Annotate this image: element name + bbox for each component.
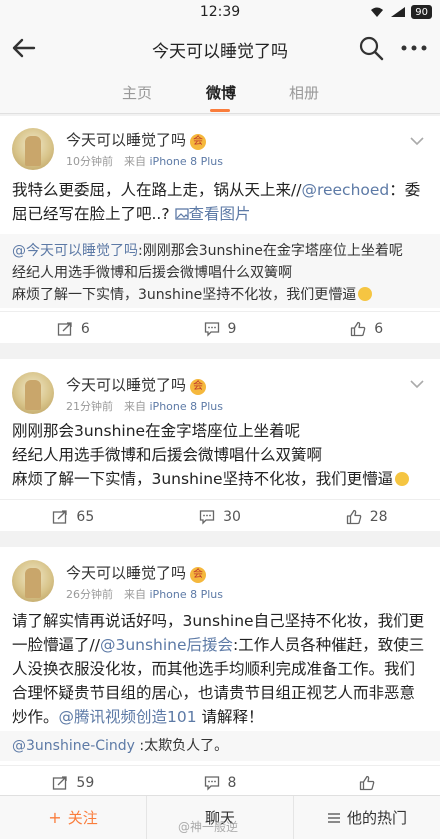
plus-icon: +	[48, 808, 62, 827]
comment-icon	[204, 775, 219, 791]
post-author[interactable]: 今天可以睡觉了吗会	[66, 129, 207, 150]
action-bar: 59 8	[0, 765, 440, 799]
post-card[interactable]: 今天可以睡觉了吗会 26分钟前 来自 iPhone 8 Plus 请了解实情再说…	[0, 547, 440, 795]
thumbs-up-icon	[359, 775, 374, 790]
avatar[interactable]	[12, 372, 54, 414]
vip-badge-icon: 会	[190, 134, 207, 150]
repost-icon	[53, 775, 68, 790]
chevron-down-icon[interactable]	[410, 379, 424, 389]
tab-weibo[interactable]: 微博	[206, 82, 236, 103]
repost-author-link[interactable]: @今天可以睡觉了吗	[12, 243, 138, 259]
post-text: 请了解实情再说话好吗，3unshine自己坚持不化妆，我们更一脸懵逼了//@3u…	[12, 612, 425, 726]
vip-badge-icon: 会	[190, 379, 207, 395]
image-icon	[174, 208, 189, 220]
menu-icon	[327, 812, 340, 823]
post-meta: 10分钟前 来自 iPhone 8 Plus	[66, 155, 224, 168]
repost-icon	[53, 509, 68, 524]
repost-author-link[interactable]: @3unshine-Cindy	[12, 738, 135, 754]
avatar[interactable]	[12, 128, 54, 170]
like-button[interactable]: 6	[293, 312, 440, 345]
post-author[interactable]: 今天可以睡觉了吗会	[66, 374, 207, 395]
chevron-down-icon[interactable]	[410, 136, 424, 146]
post-card[interactable]: 今天可以睡觉了吗会 10分钟前 来自 iPhone 8 Plus 我特么更委屈，…	[0, 116, 440, 343]
post-author[interactable]: 今天可以睡觉了吗会	[66, 562, 207, 583]
battery-icon: 90	[411, 5, 432, 19]
post-text: 刚刚那会3unshine在金字塔座位上坐着呢 经纪人用选手微博和后援会微博唱什么…	[12, 419, 428, 491]
more-icon[interactable]	[400, 35, 428, 61]
repost-button[interactable]: 6	[0, 312, 147, 345]
mention-link[interactable]: @3unshine后援会	[100, 636, 233, 654]
profile-tabs: 主页 微博 相册	[0, 70, 440, 114]
post-text: 我特么更委屈，人在路上走，锅从天上来//@reechoed：委屈已经写在脸上了吧…	[12, 181, 421, 223]
search-icon[interactable]	[358, 35, 384, 61]
nav-bar: 今天可以睡觉了吗	[0, 26, 440, 70]
repost-icon	[57, 321, 72, 336]
repost-button[interactable]: 65	[0, 500, 147, 533]
comment-icon	[199, 509, 215, 525]
thumbs-up-icon	[351, 321, 366, 336]
tab-album[interactable]: 相册	[289, 82, 319, 103]
reposted-content[interactable]: @今天可以睡觉了吗:刚刚那会3unshine在金字塔座位上坐着呢 经纪人用选手微…	[0, 234, 440, 308]
tab-home[interactable]: 主页	[122, 82, 152, 103]
post-meta: 21分钟前 来自 iPhone 8 Plus	[66, 400, 224, 413]
post-meta: 26分钟前 来自 iPhone 8 Plus	[66, 588, 224, 601]
vip-badge-icon: 会	[190, 567, 207, 583]
wifi-icon	[371, 7, 384, 17]
hot-posts-button[interactable]: 他的热门	[294, 796, 440, 839]
mention-link[interactable]: @腾讯视频创造101	[59, 708, 197, 726]
comment-button[interactable]: 30	[147, 500, 294, 533]
emoji-icon	[358, 287, 373, 301]
tab-active-indicator	[210, 109, 230, 112]
reposted-content[interactable]: @3unshine-Cindy :太欺负人了。	[0, 731, 440, 761]
comment-button[interactable]: 9	[147, 312, 294, 345]
signal-icon	[391, 7, 406, 17]
thumbs-up-icon	[346, 509, 362, 524]
emoji-icon	[395, 472, 410, 486]
avatar[interactable]	[12, 560, 54, 602]
comment-icon	[204, 321, 219, 337]
view-image-link[interactable]: 查看图片	[174, 205, 251, 223]
status-bar: 12:39 90	[0, 0, 440, 26]
watermark: @神一般逆	[178, 820, 239, 834]
mention-link[interactable]: @reechoed	[301, 181, 389, 199]
follow-button[interactable]: + 关注	[0, 796, 147, 839]
action-bar: 6 9 6	[0, 311, 440, 345]
post-card[interactable]: 今天可以睡觉了吗会 21分钟前 来自 iPhone 8 Plus 刚刚那会3un…	[0, 359, 440, 531]
like-button[interactable]: 28	[293, 500, 440, 533]
back-arrow-icon[interactable]	[10, 35, 38, 61]
status-icons: 90	[369, 5, 432, 19]
action-bar: 65 30 28	[0, 499, 440, 533]
